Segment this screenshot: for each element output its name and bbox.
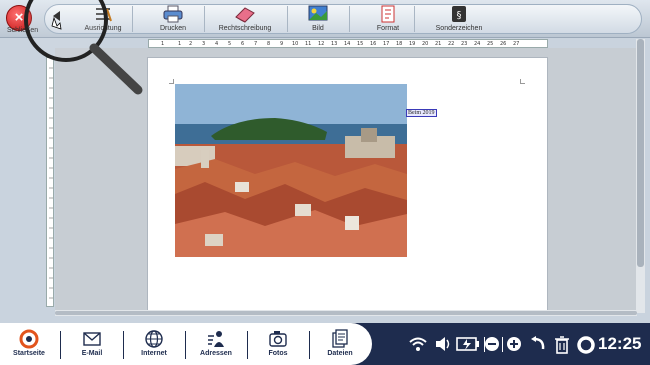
contacts-icon xyxy=(208,331,224,347)
files-icon xyxy=(332,329,348,348)
ruler-number: 11 xyxy=(305,41,312,47)
wifi-icon[interactable] xyxy=(408,336,428,352)
nav-internet[interactable]: Internet xyxy=(127,329,181,363)
tray-separator xyxy=(502,337,503,352)
nav-files[interactable]: Dateien xyxy=(313,329,367,363)
spellcheck-label: Rechtschreibung xyxy=(218,25,272,32)
eraser-icon xyxy=(235,7,255,23)
toolbar-separator xyxy=(414,6,415,32)
special-characters-label: Sonderzeichen xyxy=(435,25,483,32)
nav-photos-label: Fotos xyxy=(268,350,288,357)
envelope-icon xyxy=(83,332,101,346)
nav-contacts[interactable]: Adressen xyxy=(189,329,243,363)
nav-internet-label: Internet xyxy=(141,350,167,357)
ruler-number: 26 xyxy=(500,41,507,47)
ruler-number: 22 xyxy=(448,41,455,47)
ruler-number: 24 xyxy=(474,41,481,47)
volume-icon[interactable] xyxy=(434,336,452,352)
nav-separator xyxy=(247,331,248,359)
nav-contacts-label: Adressen xyxy=(200,350,232,357)
ruler-number: 1 xyxy=(161,41,165,47)
undo-icon[interactable] xyxy=(530,336,546,352)
caption-text-box[interactable]: Beim 2019 xyxy=(406,109,437,117)
vertical-scrollbar[interactable] xyxy=(636,39,645,313)
toolbar-separator xyxy=(287,6,288,32)
ruler-number: 16 xyxy=(370,41,377,47)
vertical-scrollbar-thumb[interactable] xyxy=(637,39,644,267)
ruler-number: 14 xyxy=(344,41,351,47)
ruler-number: 21 xyxy=(435,41,442,47)
nav-email[interactable]: E-Mail xyxy=(65,329,119,363)
ruler-number: 18 xyxy=(396,41,403,47)
nav-home-label: Startseite xyxy=(13,350,45,357)
nav-files-label: Dateien xyxy=(327,350,353,357)
nav-separator xyxy=(309,331,310,359)
spellcheck-button[interactable]: Rechtschreibung xyxy=(210,5,280,34)
ruler-number: 10 xyxy=(292,41,299,47)
svg-text:§: § xyxy=(457,10,462,21)
margin-corner-mark xyxy=(520,79,525,84)
trash-icon[interactable] xyxy=(554,336,570,354)
special-characters-icon: § xyxy=(452,6,466,22)
ruler-number: 1 xyxy=(178,41,182,47)
image-icon xyxy=(308,5,328,21)
horizontal-scrollbar-thumb[interactable] xyxy=(55,311,637,315)
horizontal-ruler[interactable]: 1 1 2 3 4 5 6 7 8 9 10 11 12 13 14 15 16… xyxy=(148,39,548,48)
magnifier-icon xyxy=(24,0,143,95)
ruler-number: 6 xyxy=(241,41,245,47)
clock: 12:25 xyxy=(598,334,642,353)
nav-separator xyxy=(123,331,124,359)
home-logo-icon xyxy=(19,329,39,349)
ruler-number: 25 xyxy=(487,41,494,47)
globe-icon xyxy=(145,330,163,348)
lifebuoy-help-icon[interactable] xyxy=(577,336,595,354)
ruler-number: 2 xyxy=(189,41,193,47)
nav-separator xyxy=(60,331,61,359)
nav-email-label: E-Mail xyxy=(81,350,103,357)
battery-charging-icon[interactable] xyxy=(456,336,480,352)
zoom-out-icon[interactable] xyxy=(484,336,500,352)
printer-icon xyxy=(163,5,183,23)
nav-home[interactable]: Startseite xyxy=(2,329,56,363)
nav-separator xyxy=(185,331,186,359)
format-label: Format xyxy=(376,25,400,32)
margin-corner-mark xyxy=(169,79,174,84)
inserted-photo[interactable] xyxy=(175,84,407,257)
horizontal-scrollbar[interactable] xyxy=(55,310,637,316)
nav-photos[interactable]: Fotos xyxy=(251,329,305,363)
ruler-number: 13 xyxy=(331,41,338,47)
ruler-number: 5 xyxy=(228,41,232,47)
special-characters-button[interactable]: § Sonderzeichen xyxy=(428,5,490,34)
camera-icon xyxy=(269,331,287,347)
ruler-number: 12 xyxy=(318,41,325,47)
ruler-number: 15 xyxy=(357,41,364,47)
ruler-number: 9 xyxy=(280,41,284,47)
dubrovnik-photo xyxy=(175,84,407,257)
ruler-number: 8 xyxy=(267,41,271,47)
image-button[interactable]: Bild xyxy=(300,5,336,34)
ruler-number: 27 xyxy=(513,41,520,47)
ruler-number: 23 xyxy=(461,41,468,47)
ruler-number: 7 xyxy=(254,41,258,47)
ruler-number: 20 xyxy=(422,41,429,47)
ruler-number: 19 xyxy=(409,41,416,47)
ruler-number: 3 xyxy=(202,41,206,47)
ruler-number: 4 xyxy=(215,41,219,47)
toolbar-separator xyxy=(349,6,350,32)
toolbar-separator xyxy=(204,6,205,32)
zoom-in-icon[interactable] xyxy=(506,336,522,352)
format-button[interactable]: Format xyxy=(368,5,408,34)
document-format-icon xyxy=(381,5,395,23)
ruler-number: 17 xyxy=(383,41,390,47)
image-label: Bild xyxy=(312,25,324,32)
